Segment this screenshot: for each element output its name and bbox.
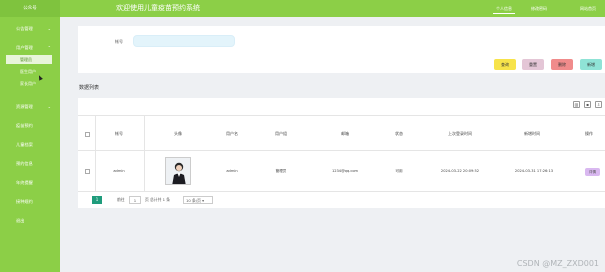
sidebar-item-vaccine[interactable]: 疫苗预约 <box>0 119 60 133</box>
sidebar-item-announcement[interactable]: 公告管理 ⌄ <box>0 22 60 36</box>
cell-created: 2024-03-31 17:26:13 <box>514 169 554 173</box>
sidebar-item-users[interactable]: 用户管理 ⌃ <box>0 41 60 55</box>
col-status: 状态 <box>395 131 403 136</box>
avatar <box>165 157 191 185</box>
sidebar-item-appointments[interactable]: 预约信息 <box>0 157 60 171</box>
chevron-up-icon: ⌃ <box>47 45 51 50</box>
cell-last-login: 2024-03-22 20:09:52 <box>440 169 480 173</box>
sidebar-subitem-admin[interactable]: 管理员 <box>6 55 52 64</box>
cell-email: 1234@qq.com <box>331 169 359 173</box>
pagination-total: 页 总计共 1 条 <box>145 197 171 202</box>
sidebar-item-label: 年终提醒 <box>16 180 33 185</box>
reset-button[interactable]: 重置 <box>522 59 544 70</box>
sidebar-subitem-parent[interactable]: 家长用户 <box>6 79 52 88</box>
sidebar-item-reminder[interactable]: 年终提醒 <box>0 176 60 190</box>
col-group: 用户组 <box>275 131 287 136</box>
sidebar-item-label: 儿童档案 <box>16 142 33 147</box>
page-size-value: 10 条/页 <box>186 198 201 203</box>
goto-label: 前往 <box>117 197 125 202</box>
account-search-input[interactable] <box>133 35 235 47</box>
col-last-login: 上次登录时间 <box>448 131 472 136</box>
print-icon[interactable]: ▪ <box>584 101 591 108</box>
change-password-link[interactable]: 修改密码 <box>528 3 550 14</box>
cell-group: 管理员 <box>275 169 287 173</box>
sidebar: 公众号 公告管理 ⌄ 用户管理 ⌃ 管理员 医生用户 家长用户 资源管理 ⌄ 疫… <box>0 0 60 272</box>
page-jump-input[interactable]: 1 <box>129 196 141 204</box>
chevron-down-icon: ⌄ <box>47 26 51 31</box>
sidebar-item-rules[interactable]: 接种规约 <box>0 195 60 209</box>
sidebar-item-label: 资源管理 <box>16 104 33 109</box>
add-button[interactable]: 新增 <box>580 59 602 70</box>
page-size-select[interactable]: 10 条/页 ▾ <box>183 196 213 204</box>
sidebar-subitem-doctor[interactable]: 医生用户 <box>6 67 52 76</box>
col-email: 邮箱 <box>341 131 349 136</box>
top-header: 欢迎使用儿童疫苗预约系统 个人信息 修改密码 网站首页 <box>60 0 605 17</box>
table-row: admin admin 管理员 1234@qq.com 可用 2024-03-2… <box>78 151 605 192</box>
page-title: 欢迎使用儿童疫苗预约系统 <box>116 4 200 12</box>
list-title: 数据列表 <box>79 85 100 91</box>
account-label: 帐号 <box>115 39 123 44</box>
cell-username: admin <box>226 169 238 173</box>
personal-info-link[interactable]: 个人信息 <box>493 3 515 14</box>
sidebar-item-resources[interactable]: 资源管理 ⌄ <box>0 100 60 114</box>
col-created: 新增时间 <box>524 131 540 136</box>
home-link[interactable]: 网站首页 <box>577 3 599 14</box>
chevron-down-icon: ▾ <box>202 198 205 203</box>
delete-button[interactable]: 删除 <box>551 59 573 70</box>
watermark: CSDN @MZ_ZXD001 <box>516 259 599 268</box>
filter-icon[interactable]: ▥ <box>573 101 580 108</box>
cell-status: 可用 <box>395 169 403 173</box>
page-current[interactable]: 1 <box>92 196 102 204</box>
person-avatar-icon <box>166 158 190 184</box>
cell-account: admin <box>113 169 125 173</box>
sidebar-item-children[interactable]: 儿童档案 <box>0 138 60 152</box>
sidebar-item-logout[interactable]: 退出 <box>0 214 60 228</box>
col-action: 操作 <box>585 131 593 136</box>
sidebar-item-label: 预约信息 <box>16 161 33 166</box>
chevron-down-icon: ⌄ <box>47 104 51 109</box>
select-all-checkbox[interactable] <box>85 132 90 137</box>
sidebar-item-label: 公告管理 <box>16 26 33 31</box>
table-header: 帐号 头像 用户名 用户组 邮箱 状态 上次登录时间 新增时间 操作 <box>78 115 605 151</box>
col-avatar: 头像 <box>174 131 182 136</box>
sidebar-item-label: 接种规约 <box>16 199 33 204</box>
sidebar-item-label: 退出 <box>16 218 25 223</box>
search-button[interactable]: 查询 <box>494 59 516 70</box>
export-icon[interactable]: ⇩ <box>595 101 602 108</box>
sidebar-item-label: 用户管理 <box>16 45 33 50</box>
detail-button[interactable]: 详情 <box>585 168 600 176</box>
sidebar-item-label: 疫苗预约 <box>16 123 33 128</box>
col-username: 用户名 <box>226 131 238 136</box>
logo: 公众号 <box>0 0 60 17</box>
col-account: 帐号 <box>115 131 123 136</box>
row-checkbox[interactable] <box>85 169 90 174</box>
